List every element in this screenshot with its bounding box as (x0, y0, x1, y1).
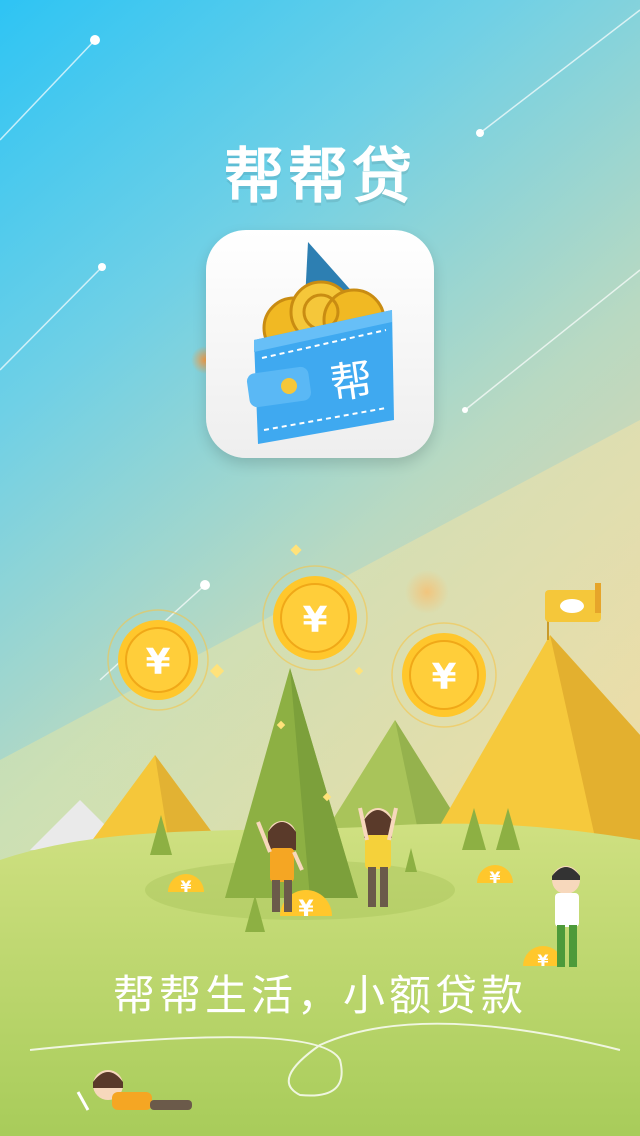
coin-symbol: ¥ (302, 600, 327, 641)
slogan: 帮帮生活，小额贷款 (112, 971, 527, 1020)
coin-symbol: ¥ (145, 642, 170, 683)
coin-symbol: ¥ (298, 897, 314, 922)
coin-symbol: ¥ (431, 657, 456, 698)
coin-left: ¥ (107, 609, 209, 711)
coin-right: ¥ (391, 622, 497, 728)
coin-symbol: ¥ (489, 868, 500, 887)
app-title: 帮帮贷 (224, 142, 416, 212)
coin-top: ¥ (262, 565, 368, 671)
wallet-label: 帮 (327, 354, 376, 409)
coin-symbol: ¥ (180, 877, 191, 896)
wallet-with-coins-icon: 帮 (206, 230, 434, 458)
